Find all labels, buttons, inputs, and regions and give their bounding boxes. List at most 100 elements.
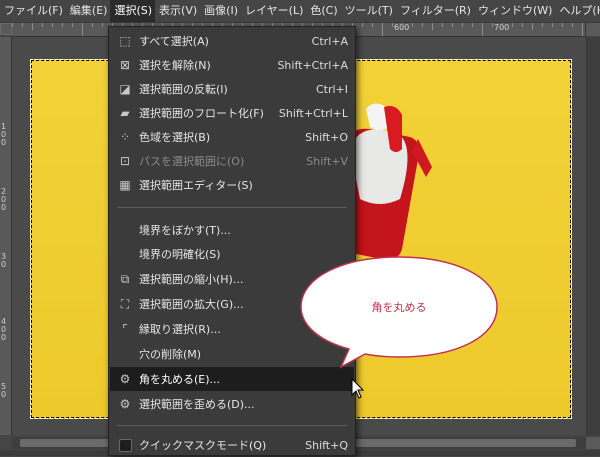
select-none-icon: ⊠ (119, 58, 131, 72)
ruler-tick (392, 23, 393, 27)
menu-item-label: 選択範囲エディター(S) (139, 179, 253, 192)
shrink-icon: ⧉ (120, 271, 130, 286)
menu-item-label: 選択範囲を歪める(D)... (139, 398, 255, 411)
ruler-tick (522, 23, 523, 27)
gear-icon: ⚙ (119, 397, 131, 411)
checkbox-icon[interactable] (118, 438, 132, 452)
menu-select[interactable]: 選択(S) (110, 0, 156, 22)
menu-item-rounded-rectangle[interactable]: ⚙ 角を丸める(E)... (110, 367, 354, 391)
menu-item-select-none[interactable]: ⊠ 選択を解除(N) Shift+Ctrl+A (110, 53, 354, 77)
menu-item-select-all[interactable]: ⬚ すべて選択(A) Ctrl+A (110, 29, 354, 53)
select-menu: ⬚ すべて選択(A) Ctrl+A ⊠ 選択を解除(N) Shift+Ctrl+… (108, 26, 356, 456)
menu-item-shortcut: Ctrl+A (311, 34, 348, 48)
ruler-tick (62, 23, 63, 27)
quick-mask-corner-button[interactable] (0, 23, 12, 35)
menu-layer[interactable]: レイヤー(L) (241, 0, 306, 22)
menu-item-label: クイックマスクモード(Q) (139, 439, 267, 452)
ruler-tick (582, 23, 583, 36)
ruler-tick (502, 23, 503, 27)
menu-item-quick-mask[interactable]: クイックマスクモード(Q) Shift+Q (110, 433, 354, 457)
ruler-tick (362, 23, 363, 27)
ruler-tick (472, 23, 473, 27)
vertical-ruler[interactable]: 1 0 0 2 0 0 3 0 4 0 0 5 0 (0, 37, 12, 435)
ruler-tick (462, 23, 463, 27)
menu-help[interactable]: ヘルプ(H) (555, 0, 600, 22)
menu-item-label: パスを選択範囲に(O) (139, 155, 245, 168)
by-color-icon: ⁘ (119, 130, 131, 144)
menu-item-label: すべて選択(A) (139, 35, 209, 48)
menu-colors[interactable]: 色(C) (306, 0, 340, 22)
menu-item-float[interactable]: ▰ 選択範囲のフロート化(F) Shift+Ctrl+L (110, 101, 354, 125)
ruler-tick (532, 23, 533, 30)
vertical-scrollbar[interactable] (586, 37, 600, 435)
ruler-tick (372, 23, 373, 27)
ruler-tick (452, 23, 453, 27)
menu-edit[interactable]: 編集(E) (66, 0, 111, 22)
menu-tools[interactable]: ツール(T) (341, 0, 396, 22)
menu-item-label: 選択範囲の反転(I) (139, 83, 228, 96)
ruler-tick (22, 23, 23, 27)
menu-item-label: 角を丸める(E)... (139, 373, 221, 386)
ruler-tick (552, 23, 553, 27)
ruler-tick (12, 23, 13, 27)
menu-item-shortcut: Ctrl+I (315, 82, 348, 96)
menu-item-feather[interactable]: 境界をぼかす(T)... (110, 218, 354, 242)
menu-item-label: 色域を選択(B) (139, 131, 211, 144)
ruler-tick (412, 23, 413, 27)
menu-item-shortcut: Shift+Ctrl+L (278, 106, 348, 120)
ruler-tick (72, 23, 73, 27)
menu-item-distort[interactable]: ⚙ 選択範囲を歪める(D)... (110, 392, 354, 416)
menu-item-label: 境界をぼかす(T)... (139, 224, 231, 237)
mouse-cursor-icon (351, 378, 365, 399)
ruler-tick (492, 23, 493, 27)
callout-text: 角を丸める (371, 301, 427, 314)
menu-item-invert[interactable]: ◪ 選択範囲の反転(I) Ctrl+I (110, 77, 354, 101)
menu-view[interactable]: 表示(V) (155, 0, 200, 22)
menu-item-label: 選択を解除(N) (139, 59, 211, 72)
ruler-tick (92, 23, 93, 27)
menu-separator (117, 207, 347, 208)
ruler-tick (572, 23, 573, 27)
grow-icon: ⛶ (120, 296, 130, 311)
ruler-tick (422, 23, 423, 27)
callout-bubble: 角を丸める (299, 255, 499, 369)
menu-item-shortcut: Shift+Q (305, 438, 348, 452)
path-icon: ⊡ (119, 154, 131, 168)
menu-item-selection-editor[interactable]: ▦ 選択範囲エディター(S) (110, 173, 354, 197)
ruler-tick (32, 23, 33, 30)
float-icon: ▰ (120, 106, 130, 120)
menu-item-by-color[interactable]: ⁘ 色域を選択(B) Shift+O (110, 125, 354, 149)
ruler-label: 1 0 0 (1, 122, 7, 147)
menu-separator (117, 425, 347, 426)
menu-item-from-path: ⊡ パスを選択範囲に(O) Shift+V (110, 149, 354, 173)
border-icon: ⌜ (122, 322, 128, 336)
ruler-tick (432, 23, 433, 30)
ruler-tick (102, 23, 103, 27)
ruler-tick (542, 23, 543, 27)
gear-icon: ⚙ (119, 372, 131, 386)
invert-icon: ◪ (119, 82, 131, 96)
editor-icon: ▦ (119, 178, 131, 192)
ruler-tick (512, 23, 513, 27)
menu-item-shortcut: Shift+O (305, 130, 348, 144)
ruler-label: 3 0 (1, 252, 7, 269)
menu-item-label: 選択範囲のフロート化(F) (139, 107, 264, 120)
menu-filters[interactable]: フィルター(R) (396, 0, 474, 22)
ruler-tick (42, 23, 43, 27)
zoom-button[interactable] (586, 437, 600, 449)
ruler-label: 5 0 (1, 382, 7, 399)
menu-item-shortcut: Shift+Ctrl+A (277, 58, 348, 72)
menu-image[interactable]: 画像(I) (200, 0, 241, 22)
menu-windows[interactable]: ウィンドウ(W) (474, 0, 555, 22)
menubar: ファイル(F) 編集(E) 選択(S) 表示(V) 画像(I) レイヤー(L) … (0, 0, 600, 23)
ruler-tick (82, 23, 83, 36)
ruler-label: 2 0 0 (1, 187, 7, 212)
ruler-tick (52, 23, 53, 27)
menu-file[interactable]: ファイル(F) (0, 0, 66, 22)
select-all-icon: ⬚ (119, 34, 131, 48)
ruler-tick (482, 23, 483, 36)
ruler-label: 4 0 0 (1, 317, 7, 342)
ruler-tick (382, 23, 383, 36)
menu-item-shortcut: Shift+V (306, 154, 348, 168)
navigate-button[interactable] (585, 23, 600, 36)
